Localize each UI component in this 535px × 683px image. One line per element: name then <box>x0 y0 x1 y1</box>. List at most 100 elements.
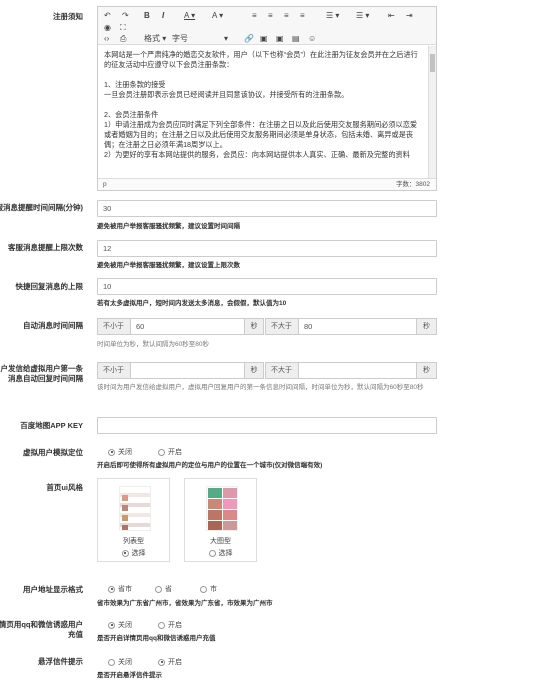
first-msg-label: 用户发信给虚拟用户第一条消息自动回复时间间隔 <box>0 364 83 383</box>
address-format-option[interactable]: 省 <box>155 585 172 594</box>
italic-icon[interactable]: I <box>162 11 164 21</box>
radio-icon[interactable] <box>155 585 162 593</box>
reminder-limit-label: 客服消息提醒上限次数 <box>8 243 83 252</box>
list-style-preview <box>119 486 151 531</box>
radio-icon[interactable] <box>108 448 115 456</box>
video-icon[interactable]: ▤ <box>292 34 300 44</box>
max-addon: 不大于 <box>265 318 299 335</box>
reminder-limit-input[interactable]: 12 <box>97 240 437 257</box>
chevron-down-icon[interactable]: ▾ <box>224 34 228 44</box>
radio-icon[interactable] <box>121 549 129 557</box>
card-choose[interactable]: 选择 <box>98 548 169 558</box>
first-msg-min-input[interactable] <box>130 362 245 379</box>
editor-paragraph: 本网站是一个严肃纯净的婚恋交友软件，用户（以下也称“会员”）在此注册为征友会员并… <box>104 50 418 69</box>
radio-icon[interactable] <box>158 448 165 456</box>
virtual-location-off[interactable]: 关闭 <box>108 448 132 457</box>
float-letter-on[interactable]: 开启 <box>158 658 182 667</box>
format-select[interactable]: 格式 ▾ <box>144 34 170 44</box>
detail-qq-label: 详情页用qq和微信诱惑用户充值 <box>0 620 83 639</box>
preview-icon[interactable]: ◉ <box>104 23 111 33</box>
editor-paragraph: 2、会员注册条件 <box>104 110 159 119</box>
float-letter-off[interactable]: 关闭 <box>108 658 132 667</box>
bullet-list-icon[interactable]: ☰ ▾ <box>326 11 339 21</box>
baidu-key-input[interactable] <box>97 417 437 434</box>
sec-addon: 秒 <box>416 318 437 335</box>
float-letter-label: 悬浮信件提示 <box>38 657 83 666</box>
sec-addon: 秒 <box>244 318 264 335</box>
align-right-icon[interactable]: ≡ <box>284 11 289 21</box>
rich-text-editor[interactable]: ↶ ↷ B I A ▾ A ▾ ≡ ≡ ≡ ≡ ☰ ▾ ☰ ▾ ⇤ ⇥ ◉ ⛶ … <box>97 6 437 191</box>
virtual-location-on[interactable]: 开启 <box>158 448 182 457</box>
auto-msg-min-input[interactable]: 60 <box>130 318 245 335</box>
detail-qq-off[interactable]: 关闭 <box>108 621 132 630</box>
style-card-grid[interactable]: 大图型 选择 <box>184 478 257 562</box>
float-letter-hint: 是否开启悬浮信件提示 <box>97 672 162 679</box>
first-msg-max-input[interactable] <box>298 362 417 379</box>
radio-icon[interactable] <box>108 658 115 666</box>
registration-label: 注册须知 <box>53 12 83 21</box>
editor-paragraph: 1、注册条款的接受 <box>104 80 166 89</box>
radio-icon[interactable] <box>158 658 165 666</box>
editor-toolbar: ↶ ↷ B I A ▾ A ▾ ≡ ≡ ≡ ≡ ☰ ▾ ☰ ▾ ⇤ ⇥ ◉ ⛶ … <box>98 7 436 45</box>
align-left-icon[interactable]: ≡ <box>252 11 257 21</box>
editor-paragraph: 2）为更好的享有本网站提供的服务，会员应：向本网站提供本人真实、正确、最新及完整… <box>104 150 410 159</box>
radio-icon[interactable] <box>208 549 216 557</box>
baidu-key-label: 百度地图APP KEY <box>20 421 83 430</box>
min-addon: 不小于 <box>97 362 131 379</box>
editor-scrollbar[interactable] <box>428 46 436 179</box>
code-icon[interactable]: ‹› <box>104 34 109 44</box>
bold-icon[interactable]: B <box>144 11 150 21</box>
font-color-icon[interactable]: A ▾ <box>184 11 195 21</box>
detail-qq-on[interactable]: 开启 <box>158 621 182 630</box>
quick-reply-label: 快捷回复消息的上限 <box>15 282 84 291</box>
number-list-icon[interactable]: ☰ ▾ <box>356 11 369 21</box>
reminder-interval-input[interactable]: 30 <box>97 200 437 217</box>
radio-icon[interactable] <box>108 585 115 593</box>
sec-addon: 秒 <box>244 362 264 379</box>
address-format-hint: 省市效果为广东省广州市，省效果为广东省，市效果为广州市 <box>97 600 273 607</box>
card-title: 列表型 <box>123 538 144 545</box>
radio-icon[interactable] <box>158 621 165 629</box>
reminder-interval-hint: 避免被用户举报客服骚扰频繁，建议设置时间间隔 <box>97 223 240 230</box>
style-card-list[interactable]: 列表型 选择 <box>97 478 170 562</box>
reminder-interval-label: 客服消息提醒时间间隔(分钟) <box>0 203 83 212</box>
image-upload-icon[interactable]: ▣ <box>276 34 284 44</box>
justify-icon[interactable]: ≡ <box>300 11 305 21</box>
auto-msg-label: 自动消息时间间隔 <box>23 321 83 330</box>
font-size-select[interactable]: 字号 <box>172 34 188 44</box>
card-choose[interactable]: 选择 <box>185 548 256 558</box>
address-format-option[interactable]: 省市 <box>108 585 132 594</box>
align-center-icon[interactable]: ≡ <box>268 11 273 21</box>
emoji-icon[interactable]: ☺ <box>308 34 316 44</box>
link-icon[interactable]: 🔗 <box>244 34 254 44</box>
auto-msg-max-input[interactable]: 80 <box>298 318 417 335</box>
detail-qq-hint: 是否开启详情页用qq和微信诱惑用户充值 <box>97 635 216 642</box>
image-icon[interactable]: ▣ <box>260 34 268 44</box>
address-format-option[interactable]: 市 <box>200 585 217 594</box>
word-count: 字数：3802 <box>396 181 430 188</box>
home-style-label: 首页ui风格 <box>46 483 83 492</box>
undo-icon[interactable]: ↶ <box>104 11 111 21</box>
virtual-location-hint: 开启后即可使得所有虚拟用户的定位与用户的位置在一个城市(仅对微信端有效) <box>97 462 323 469</box>
redo-icon[interactable]: ↷ <box>122 11 129 21</box>
indent-icon[interactable]: ⇥ <box>406 11 413 21</box>
quick-reply-hint: 若有太多虚拟用户，短时间内发送太多消息，会假假，默认值为10 <box>97 300 287 307</box>
editor-content[interactable]: 本网站是一个严肃纯净的婚恋交友软件，用户（以下也称“会员”）在此注册为征友会员并… <box>98 46 430 179</box>
address-format-label: 用户地址显示格式 <box>23 585 83 594</box>
radio-icon[interactable] <box>108 621 115 629</box>
sec-addon: 秒 <box>416 362 437 379</box>
grid-style-preview <box>206 486 238 531</box>
card-title: 大图型 <box>210 538 231 545</box>
print-icon[interactable]: ⎙ <box>120 34 126 44</box>
quick-reply-input[interactable]: 10 <box>97 278 437 295</box>
first-msg-hint: 该时间为用户发信给虚拟用户，虚拟用户回复用户的第一条信息时间间隔，时间单位为秒，… <box>97 384 424 391</box>
fullscreen-icon[interactable]: ⛶ <box>120 23 126 33</box>
editor-paragraph: 一旦会员注册即表示会员已经阅读并且同意该协议，并接受所有的注册条款。 <box>104 90 349 99</box>
auto-msg-range: 不小于 60 秒 不大于 80 秒 <box>97 318 437 335</box>
radio-icon[interactable] <box>200 585 207 593</box>
outdent-icon[interactable]: ⇤ <box>388 11 395 21</box>
bg-color-icon[interactable]: A ▾ <box>212 11 223 21</box>
reminder-limit-hint: 避免被用户举报客服骚扰频繁，建议设置上限次数 <box>97 262 240 269</box>
editor-paragraph <box>104 70 424 80</box>
editor-paragraph <box>104 100 424 110</box>
